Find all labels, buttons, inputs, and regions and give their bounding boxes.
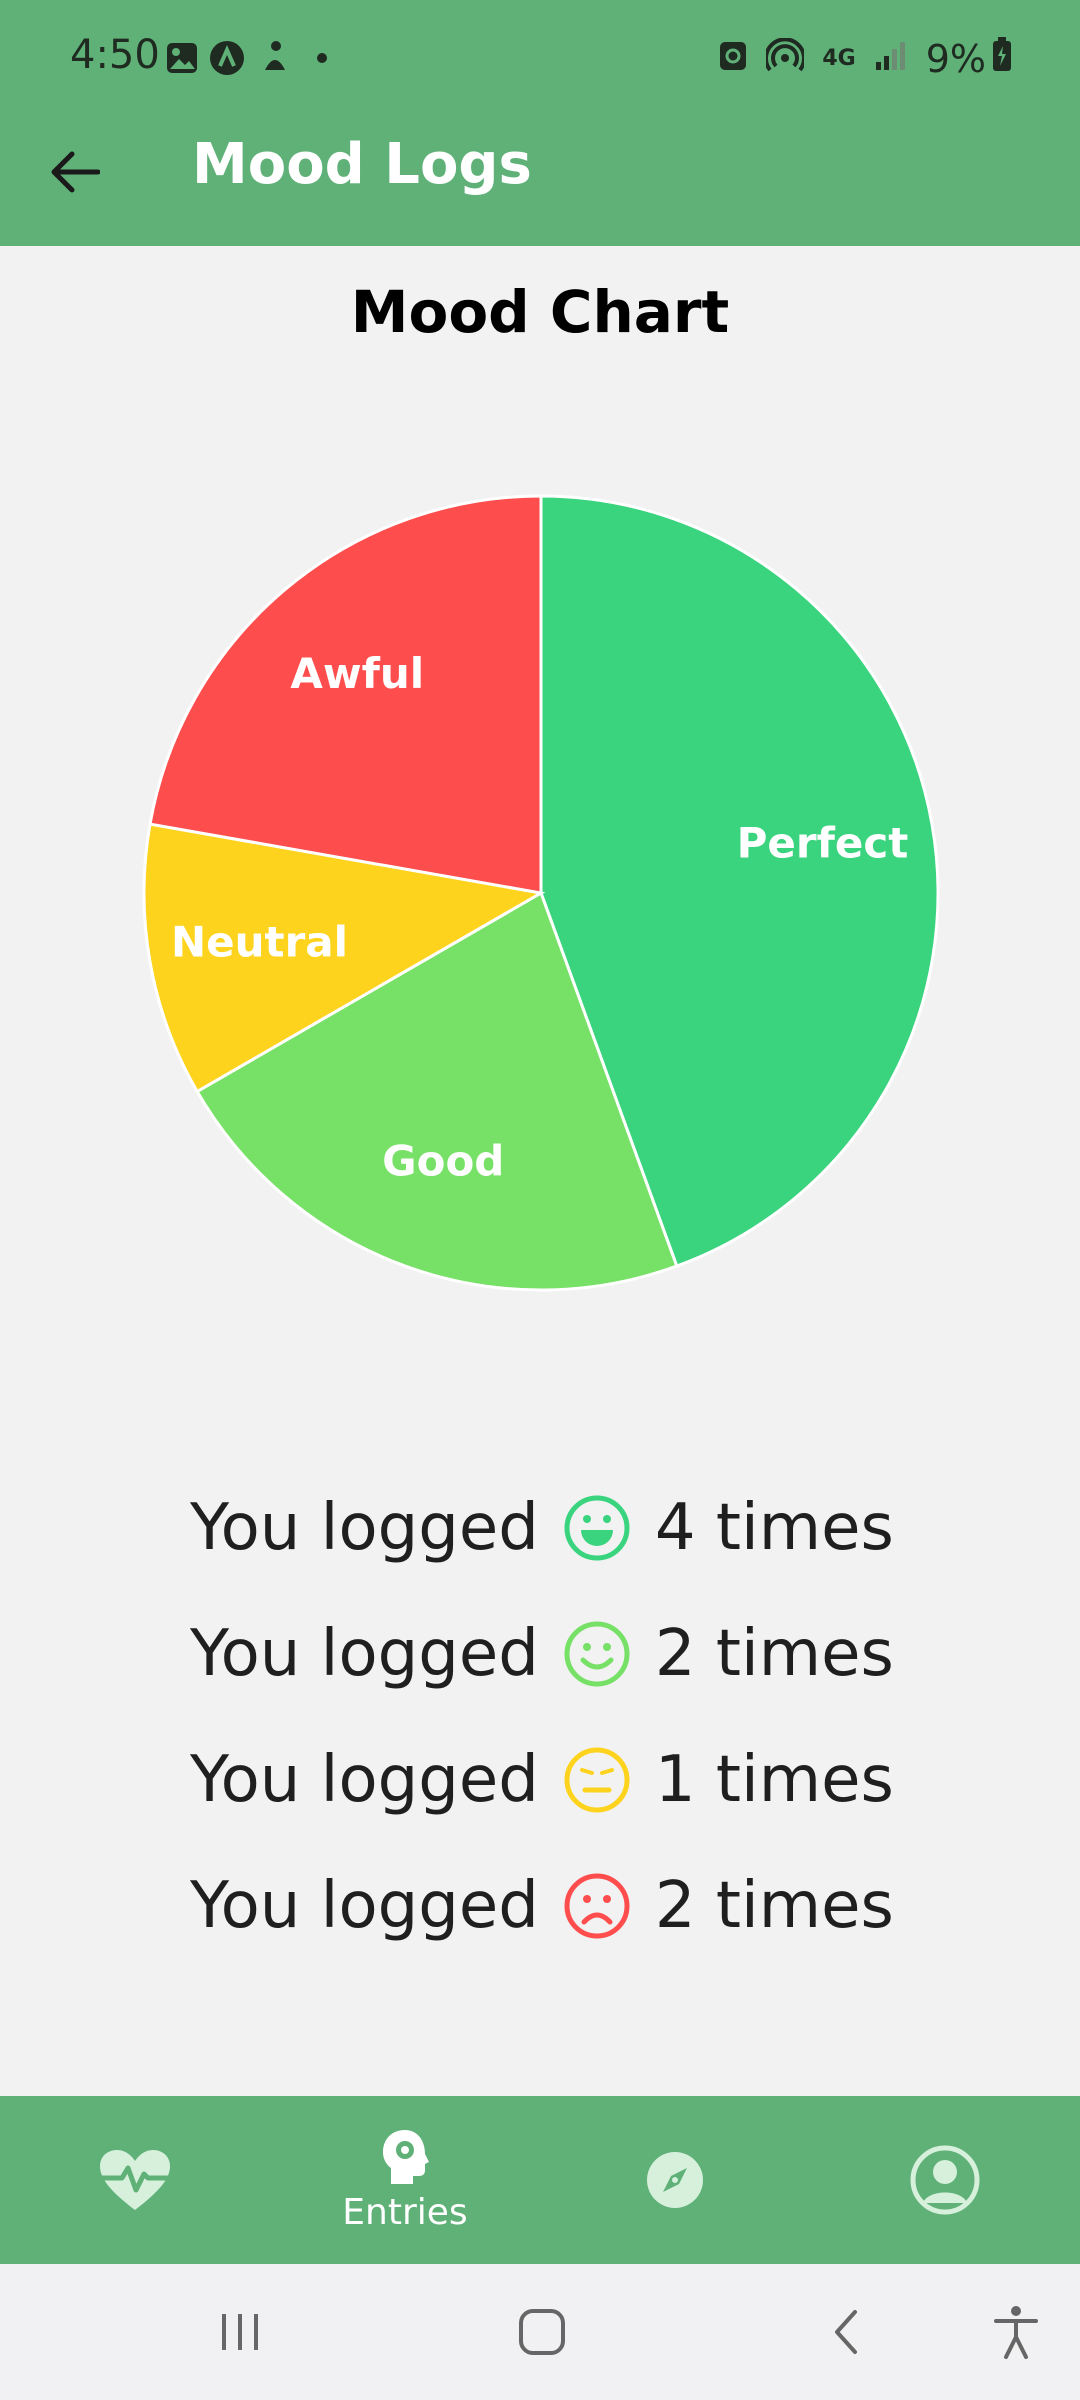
sad-face-icon bbox=[561, 1870, 633, 1942]
log-row-good: You logged 2 times bbox=[190, 1591, 894, 1717]
log-count: 4 times bbox=[654, 1491, 894, 1565]
accessibility-icon bbox=[994, 2306, 1038, 2359]
status-right: 4G 9% bbox=[718, 36, 1012, 81]
recents-icon bbox=[222, 2314, 258, 2350]
nav-label-entries: Entries bbox=[342, 2191, 468, 2233]
nav-item-health[interactable] bbox=[0, 2096, 270, 2264]
page-title: Mood Logs bbox=[192, 132, 532, 197]
smiling-face-icon bbox=[561, 1618, 633, 1690]
profile-icon bbox=[910, 2145, 980, 2215]
heart-pulse-icon bbox=[100, 2150, 170, 2210]
chart-title: Mood Chart bbox=[350, 278, 730, 346]
sync-icon bbox=[718, 37, 748, 81]
battery-icon bbox=[992, 36, 1012, 81]
pie-label-awful: Awful bbox=[290, 649, 424, 698]
back-arrow-icon bbox=[51, 151, 100, 193]
log-row-awful: You logged 2 times bbox=[190, 1843, 894, 1969]
hotspot-icon bbox=[764, 36, 807, 81]
mood-pie-chart: Perfect Good Neutral Awful bbox=[142, 494, 940, 1292]
neutral-face-icon bbox=[561, 1744, 633, 1816]
back-button[interactable] bbox=[42, 140, 106, 204]
nav-item-entries[interactable]: Entries bbox=[270, 2096, 540, 2264]
system-nav-bar bbox=[0, 2264, 1080, 2400]
status-bar: 4:50 4G 9% bbox=[0, 0, 1080, 120]
system-back-button[interactable] bbox=[806, 2292, 886, 2372]
status-time: 4:50 bbox=[70, 32, 160, 78]
app-badge-icon bbox=[208, 40, 246, 76]
laughing-face-icon bbox=[561, 1492, 633, 1564]
app-bar: Mood Logs bbox=[0, 120, 1080, 246]
top-bar: 4:50 4G 9% Mood Logs bbox=[0, 0, 1080, 246]
log-row-perfect: You logged 4 times bbox=[190, 1465, 894, 1591]
log-count: 2 times bbox=[654, 1617, 894, 1691]
battery-text: 9% bbox=[925, 36, 986, 81]
network-type: 4G bbox=[822, 46, 856, 71]
pie-label-perfect: Perfect bbox=[737, 818, 909, 867]
pie-label-good: Good bbox=[382, 1137, 504, 1186]
meditation-icon bbox=[258, 40, 292, 76]
log-prefix: You logged bbox=[190, 1869, 539, 1943]
log-row-neutral: You logged 1 times bbox=[190, 1717, 894, 1843]
bottom-nav: Entries bbox=[0, 2096, 1080, 2264]
nav-item-profile[interactable] bbox=[810, 2096, 1080, 2264]
recents-button[interactable] bbox=[200, 2292, 280, 2372]
image-icon bbox=[164, 40, 200, 76]
signal-icon bbox=[874, 37, 908, 81]
log-prefix: You logged bbox=[190, 1617, 539, 1691]
chevron-left-icon bbox=[835, 2310, 857, 2354]
head-gear-icon bbox=[383, 2129, 429, 2184]
log-prefix: You logged bbox=[190, 1743, 539, 1817]
pie-label-neutral: Neutral bbox=[171, 918, 348, 967]
log-prefix: You logged bbox=[190, 1491, 539, 1565]
home-button[interactable] bbox=[502, 2292, 582, 2372]
log-count: 1 times bbox=[654, 1743, 894, 1817]
mood-log-list: You logged 4 times You logged 2 times Yo… bbox=[190, 1465, 894, 1969]
log-count: 2 times bbox=[654, 1869, 894, 1943]
compass-icon bbox=[647, 2152, 703, 2208]
home-icon bbox=[519, 2309, 565, 2355]
nav-item-explore[interactable] bbox=[540, 2096, 810, 2264]
accessibility-button[interactable] bbox=[976, 2292, 1056, 2372]
more-notifications-dot-icon bbox=[314, 40, 330, 76]
